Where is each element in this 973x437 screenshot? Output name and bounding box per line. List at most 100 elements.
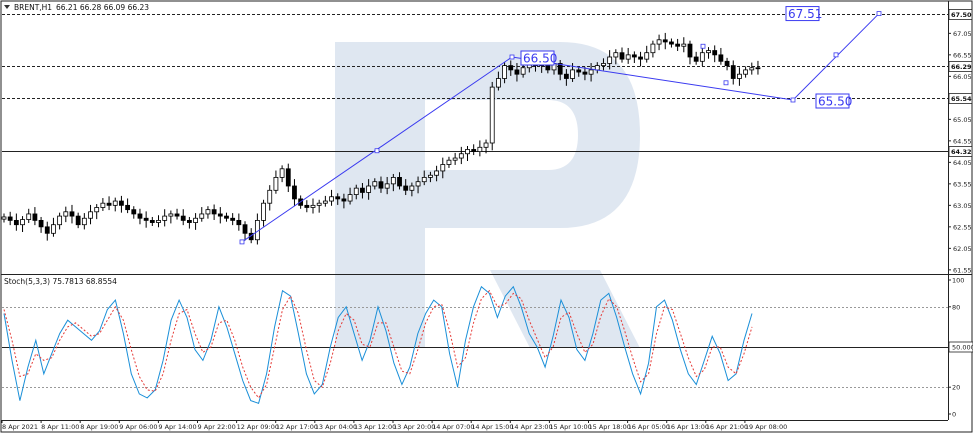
- candle-body: [267, 189, 273, 204]
- candle-body: [51, 224, 56, 234]
- forecast-handle[interactable]: [833, 52, 839, 58]
- candle-body: [168, 213, 174, 217]
- candle-body: [594, 65, 600, 71]
- candle-body: [106, 202, 112, 206]
- candle-body: [162, 215, 168, 221]
- candle-body: [32, 213, 38, 221]
- time-tick-label: 8 Apr 19:00: [80, 423, 118, 431]
- candle-body: [119, 200, 124, 206]
- stochastic-label: Stoch(5,3,3) 75.7813 68.8554: [4, 277, 117, 286]
- candle-body: [44, 226, 50, 234]
- candle-body: [7, 216, 13, 221]
- candle-body: [718, 54, 724, 62]
- candle-body: [372, 181, 378, 187]
- forecast-handle[interactable]: [876, 11, 882, 16]
- candle-body: [644, 52, 650, 60]
- candle-body: [285, 168, 291, 187]
- candle-body: [638, 56, 643, 60]
- time-tick-label: 9 Apr 06:00: [119, 423, 157, 431]
- candle-body: [125, 204, 130, 211]
- candle-body: [20, 219, 25, 226]
- forecast-handle[interactable]: [374, 148, 380, 154]
- candle-body: [174, 213, 180, 217]
- candle-body: [329, 196, 334, 202]
- candle-body: [335, 196, 341, 200]
- candle-body: [236, 219, 242, 226]
- candle-body: [304, 204, 310, 208]
- candle-body: [316, 202, 322, 206]
- candle-body: [81, 217, 87, 226]
- forecast-handle[interactable]: [509, 54, 515, 60]
- candle-body: [502, 65, 507, 79]
- candle-body: [514, 69, 520, 75]
- candle-body: [94, 207, 100, 213]
- candle-body: [699, 52, 705, 62]
- chart-canvas: 67.5067.0566.5566.0565.5565.0564.5564.05…: [0, 0, 973, 433]
- candle-body: [743, 69, 748, 75]
- candle-body: [452, 157, 458, 161]
- candle-body: [384, 183, 390, 189]
- price-level-label: 66.29: [951, 63, 972, 71]
- candle-body: [230, 217, 236, 221]
- candle-body: [75, 215, 81, 226]
- stoch-tick-label: 80: [952, 303, 960, 311]
- price-tick-label: 64.55: [953, 137, 972, 145]
- candle-body: [619, 52, 625, 60]
- candle-body: [687, 43, 693, 58]
- candle-body: [477, 146, 483, 153]
- time-tick-label: 8 Apr 11:00: [41, 423, 79, 431]
- candle-body: [292, 185, 297, 200]
- candle-body: [471, 149, 477, 152]
- candle-body: [38, 219, 44, 228]
- candle-body: [662, 39, 668, 43]
- candle-body: [57, 215, 63, 226]
- candle-body: [186, 219, 192, 223]
- candle-body: [601, 63, 606, 67]
- candle-body: [607, 56, 613, 64]
- candle-body: [489, 86, 495, 144]
- candle-body: [650, 43, 656, 54]
- candle-body: [465, 149, 470, 155]
- candle-body: [446, 159, 452, 165]
- candle-body: [675, 43, 681, 47]
- candle-body: [199, 213, 205, 219]
- candle-body: [669, 41, 674, 45]
- forecast-handle[interactable]: [723, 80, 729, 86]
- candle-body: [712, 50, 718, 56]
- price-level-label: 65.54: [951, 95, 972, 103]
- candle-body: [755, 67, 761, 70]
- stochastic-panel: [2, 285, 948, 404]
- candle-body: [217, 213, 223, 217]
- forecast-handle[interactable]: [700, 43, 706, 49]
- candle-body: [706, 50, 711, 54]
- candle-body: [563, 73, 569, 79]
- candle-body: [390, 176, 396, 185]
- candle-body: [520, 67, 526, 75]
- target-low-label: 65.50: [818, 95, 852, 109]
- stoch-tick-label: 0: [952, 411, 956, 419]
- candle-body: [730, 65, 736, 79]
- price-tick-label: 62.55: [953, 223, 972, 231]
- candle-body: [613, 52, 619, 58]
- time-tick-label: 13 Apr 04:00: [315, 423, 357, 431]
- price-level-label: 64.32: [951, 148, 972, 156]
- candle-body: [137, 213, 143, 219]
- price-tick-label: 63.55: [953, 180, 972, 188]
- time-tick-label: 13 Apr 12:00: [354, 423, 396, 431]
- candle-body: [428, 174, 433, 178]
- target-high-label: 67.51: [788, 7, 822, 21]
- time-tick-label: 12 Apr 17:00: [276, 423, 318, 431]
- candle-body: [322, 200, 328, 204]
- ohlc-label: 66.21 66.28 66.09 66.23: [56, 3, 149, 12]
- candle-body: [434, 170, 440, 176]
- candle-body: [261, 202, 266, 221]
- forecast-handle[interactable]: [239, 239, 245, 245]
- candle-body: [576, 69, 582, 73]
- candle-body: [693, 56, 699, 62]
- menu-triangle-icon[interactable]: [4, 5, 10, 9]
- forecast-handle[interactable]: [790, 97, 796, 103]
- price-tick-label: 62.05: [953, 245, 972, 253]
- candle-body: [403, 185, 409, 191]
- time-tick-label: 9 Apr 22:00: [198, 423, 236, 431]
- candle-body: [508, 65, 514, 71]
